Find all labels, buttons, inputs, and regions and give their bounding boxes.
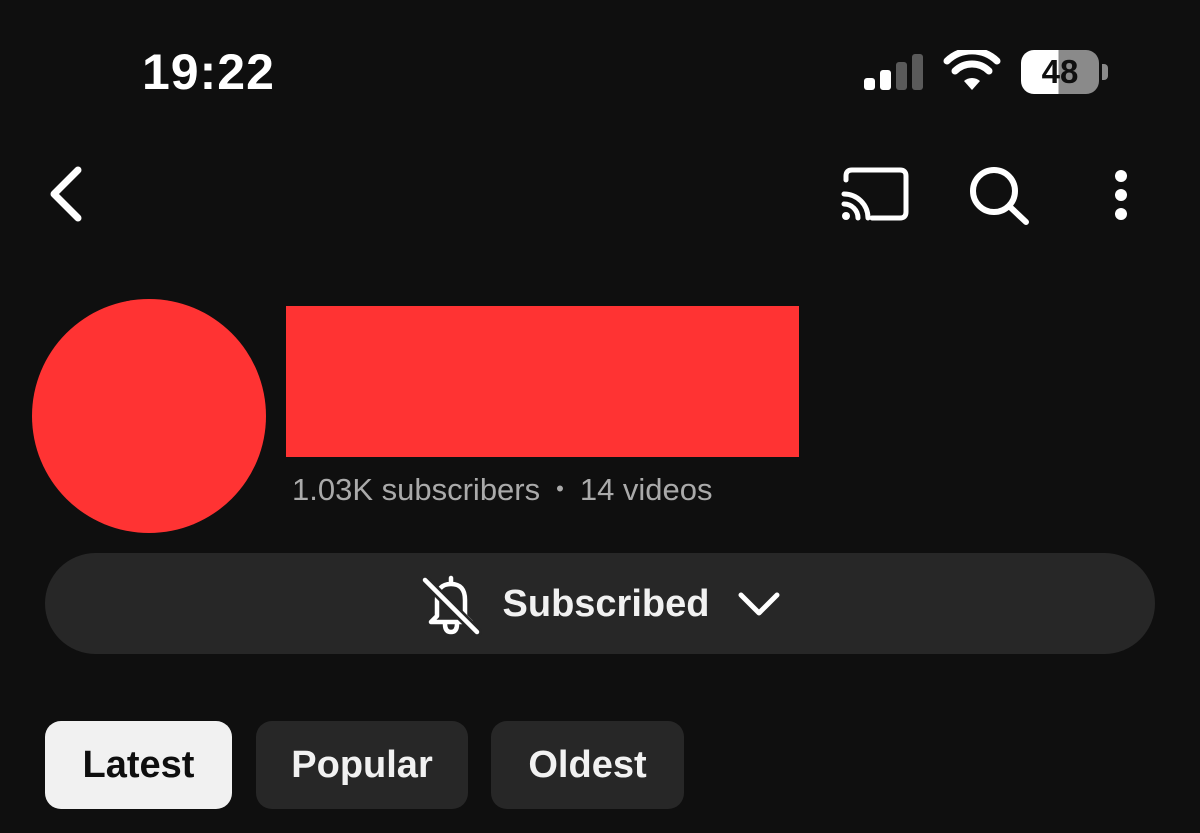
back-icon[interactable] — [40, 162, 96, 226]
bell-off-icon — [419, 574, 482, 636]
meta-separator: • — [556, 475, 564, 501]
filter-chip-oldest[interactable]: Oldest — [491, 721, 684, 809]
cast-icon[interactable] — [838, 164, 912, 226]
battery-level-fill: 48 — [1021, 50, 1099, 94]
channel-name-redacted — [286, 306, 799, 457]
filter-chip-popular[interactable]: Popular — [256, 721, 468, 809]
filter-chip-latest[interactable]: Latest — [45, 721, 232, 809]
battery-level-text: 48 — [1041, 53, 1079, 90]
subscribed-label: Subscribed — [502, 582, 710, 625]
battery-icon: 48 — [1021, 50, 1111, 94]
video-count: 14 videos — [579, 472, 713, 507]
subscriber-count: 1.03K subscribers — [292, 472, 541, 507]
channel-page: 19:22 48 1.03K subscribers • 14 videos S… — [0, 0, 1200, 833]
signal-icon — [864, 54, 923, 90]
search-icon[interactable] — [964, 162, 1034, 228]
channel-meta: 1.03K subscribers • 14 videos — [292, 470, 713, 512]
chevron-down-icon — [738, 592, 780, 615]
channel-avatar-redacted[interactable] — [32, 299, 266, 533]
subscribed-button[interactable]: Subscribed — [45, 553, 1155, 654]
battery-cap — [1102, 64, 1108, 80]
wifi-icon — [943, 50, 1001, 90]
status-time: 19:22 — [142, 44, 275, 100]
more-vert-icon[interactable] — [1104, 164, 1138, 226]
